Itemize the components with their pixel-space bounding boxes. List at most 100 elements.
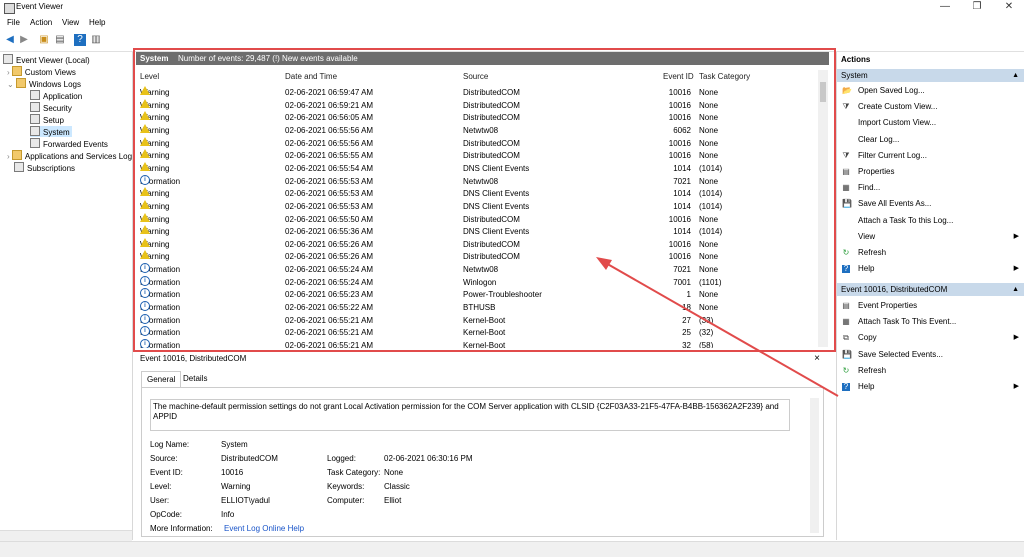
filter-icon: ⧩: [842, 102, 850, 112]
event-log-online-help-link[interactable]: Event Log Online Help: [224, 524, 304, 533]
label-more-information: More Information:: [150, 524, 213, 533]
find-icon: ▦: [842, 183, 850, 193]
detail-close-button[interactable]: ×: [814, 353, 820, 364]
log-icon: [30, 114, 40, 124]
action-item[interactable]: ? Help ▶: [837, 262, 1024, 276]
label-task-category: Task Category:: [327, 468, 381, 477]
open-folder-icon[interactable]: ▣: [38, 34, 50, 46]
value-source: DistributedCOM: [221, 454, 278, 463]
actions-header: Actions: [841, 55, 871, 64]
actions-pane: Actions System ▲ 📂 Open Saved Log... ⧩ Create…: [836, 52, 1024, 540]
save-icon: 💾: [842, 199, 852, 209]
menu-file[interactable]: File: [7, 18, 20, 27]
log-icon: [30, 102, 40, 112]
submenu-arrow-icon: ▶: [1013, 334, 1019, 342]
action-item[interactable]: ⧩ Filter Current Log...: [837, 149, 1024, 163]
tree-subscriptions[interactable]: Subscriptions: [14, 162, 75, 173]
action-item[interactable]: ⧉ Copy ▶: [837, 331, 1024, 345]
tree-custom-views[interactable]: › Custom Views: [7, 66, 76, 77]
submenu-arrow-icon: ▶: [1013, 232, 1019, 240]
action-item[interactable]: Clear Log...: [837, 133, 1024, 147]
action-item[interactable]: 💾 Save Selected Events...: [837, 348, 1024, 362]
log-icon: [30, 90, 40, 100]
menu-help[interactable]: Help: [89, 18, 105, 27]
collapse-icon[interactable]: ▲: [1012, 69, 1019, 82]
action-item[interactable]: ▦ Attach Task To This Event...: [837, 315, 1024, 329]
help-icon: ?: [842, 382, 850, 391]
label-computer: Computer:: [327, 496, 365, 505]
action-label: Import Custom View...: [858, 118, 937, 128]
tree-log-setup[interactable]: Setup: [30, 114, 64, 125]
tree-windows-logs[interactable]: ⌄ Windows Logs: [7, 78, 81, 89]
copy-icon: ⧉: [843, 333, 849, 343]
action-item[interactable]: ▦ Find...: [837, 181, 1024, 195]
action-label: Help: [858, 382, 875, 391]
label-log-name: Log Name:: [150, 440, 190, 449]
detail-tabs: General Details: [141, 371, 821, 387]
action-item[interactable]: ↻ Refresh: [837, 246, 1024, 260]
action-item[interactable]: View ▶: [837, 230, 1024, 244]
action-label: Attach Task To This Event...: [858, 317, 957, 327]
action-label: Help: [858, 264, 875, 274]
actions-group-event-label: Event 10016, DistributedCOM: [841, 285, 948, 294]
event-detail-header: Event 10016, DistributedCOM ×: [136, 353, 826, 365]
action-label: Find...: [858, 183, 881, 193]
action-item[interactable]: ⧩ Create Custom View...: [837, 100, 1024, 114]
menu-view[interactable]: View: [62, 18, 79, 27]
help-icon[interactable]: ?: [74, 34, 86, 46]
action-item[interactable]: 💾 Save All Events As...: [837, 197, 1024, 211]
action-label: Refresh: [858, 248, 887, 257]
tree-log-security[interactable]: Security: [30, 102, 72, 113]
properties-icon: ▤: [842, 167, 850, 176]
task-icon: ▦: [842, 317, 850, 327]
show-hide-tree-icon[interactable]: ▤: [54, 34, 66, 46]
value-user: ELLIOT\yadul: [221, 496, 270, 505]
back-arrow-icon[interactable]: ◀: [4, 34, 16, 46]
value-logged: 02-06-2021 06:30:16 PM: [384, 454, 473, 463]
folder-icon: [15, 78, 26, 88]
tree-log-forwarded-events[interactable]: Forwarded Events: [30, 138, 108, 149]
action-label: Save Selected Events...: [858, 349, 943, 359]
tree-apps-services[interactable]: › Applications and Services Log: [7, 150, 132, 161]
tree-horizontal-scrollbar[interactable]: [0, 530, 132, 541]
open-folder-icon: 📂: [842, 86, 852, 95]
tab-general[interactable]: General: [141, 371, 182, 387]
action-item[interactable]: Import Custom View...: [837, 116, 1024, 130]
show-hide-actions-icon[interactable]: ▥: [90, 34, 102, 46]
tree-log-application[interactable]: Application: [30, 90, 82, 101]
value-level: Warning: [221, 482, 251, 491]
actions-group-event[interactable]: Event 10016, DistributedCOM ▲: [837, 283, 1024, 296]
action-item[interactable]: ↻ Refresh: [837, 364, 1024, 378]
window-title: Event Viewer: [16, 2, 63, 11]
action-item[interactable]: ▤ Event Properties: [837, 299, 1024, 313]
value-event-id: 10016: [221, 468, 244, 477]
action-label: Properties: [858, 167, 895, 176]
action-label: Create Custom View...: [858, 102, 938, 112]
action-item[interactable]: ? Help ▶: [837, 380, 1024, 394]
help-icon: ?: [842, 264, 850, 274]
tab-details[interactable]: Details: [178, 371, 212, 386]
action-item[interactable]: ▤ Properties: [837, 165, 1024, 179]
tree-log-system[interactable]: System: [30, 126, 72, 137]
menu-bar: File Action View Help: [0, 16, 1024, 29]
highlight-box: [133, 48, 836, 352]
action-item[interactable]: 📂 Open Saved Log...: [837, 84, 1024, 98]
maximize-button[interactable]: ❐: [962, 0, 992, 16]
submenu-arrow-icon: ▶: [1013, 265, 1019, 273]
label-level: Level:: [150, 482, 172, 491]
action-item[interactable]: Attach a Task To this Log...: [837, 214, 1024, 228]
minimize-button[interactable]: —: [930, 0, 960, 16]
actions-group-system-label: System: [841, 71, 868, 80]
folder-icon: [11, 66, 22, 76]
actions-group-system[interactable]: System ▲: [837, 69, 1024, 82]
menu-action[interactable]: Action: [30, 18, 52, 27]
action-label: View: [858, 231, 876, 241]
log-icon: [30, 138, 40, 148]
collapse-icon[interactable]: ▲: [1012, 283, 1019, 296]
event-detail-title: Event 10016, DistributedCOM: [140, 354, 247, 363]
forward-arrow-icon[interactable]: ▶: [18, 34, 30, 46]
tree-root[interactable]: Event Viewer (Local): [3, 54, 90, 65]
detail-scrollbar[interactable]: [810, 398, 819, 533]
close-button[interactable]: ✕: [994, 0, 1024, 16]
label-logged: Logged:: [327, 454, 356, 463]
